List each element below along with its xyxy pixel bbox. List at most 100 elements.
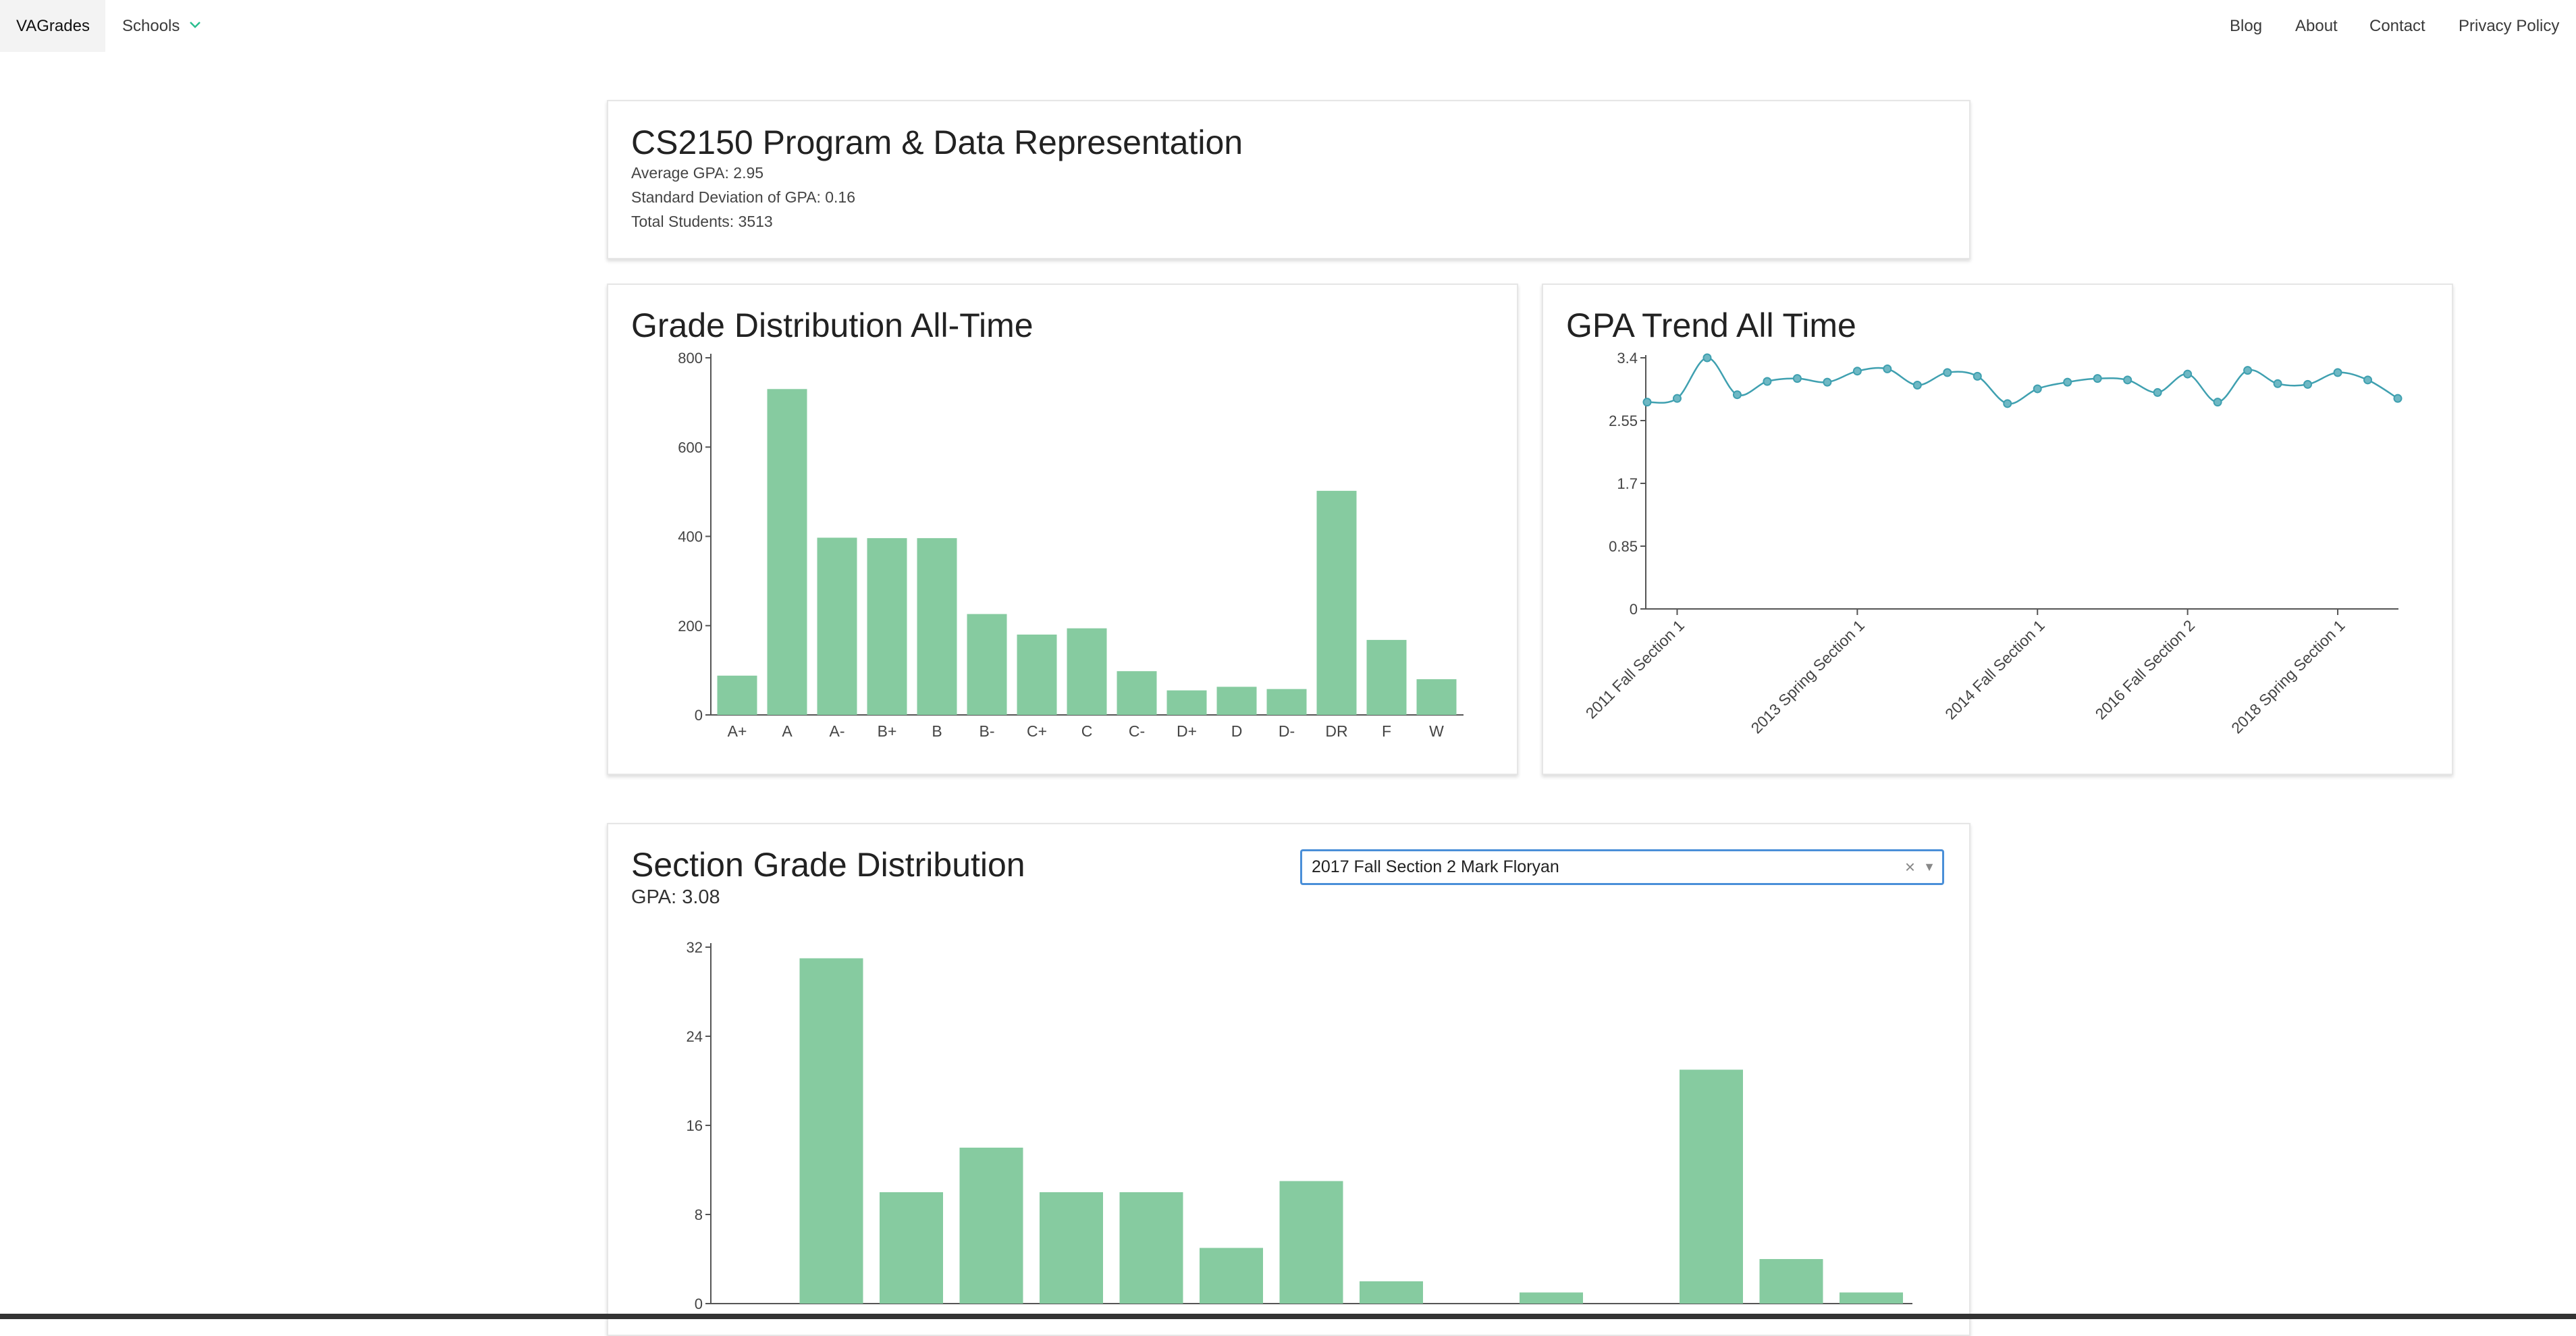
trend-x-tick-label: 2011 Fall Section 1 <box>1582 616 1688 722</box>
trend-line <box>1646 356 2398 405</box>
grade-y-tick-label: 200 <box>678 618 703 635</box>
trend-point <box>2243 366 2253 375</box>
average-gpa: Average GPA: 2.95 <box>631 164 764 182</box>
trend-point <box>1732 390 1742 400</box>
grade-y-tick-label: 800 <box>678 350 703 367</box>
section-bar <box>1520 1292 1583 1304</box>
grade-bar <box>867 538 907 715</box>
trend-point <box>2003 399 2012 408</box>
section-y-tick-label: 32 <box>687 939 703 956</box>
section-bar <box>1279 1181 1343 1304</box>
trend-point <box>1943 368 1952 377</box>
trend-point <box>2153 388 2162 397</box>
grade-bar <box>817 537 857 715</box>
trend-point <box>1883 364 1892 373</box>
schools-dropdown[interactable]: Schools <box>122 0 180 52</box>
section-bar <box>1759 1259 1823 1304</box>
trend-point <box>1792 374 1802 383</box>
grade-bar <box>1416 679 1457 715</box>
section-bar <box>1360 1281 1423 1304</box>
grade-y-tick-label: 600 <box>678 439 703 456</box>
trend-point <box>2393 394 2403 403</box>
section-bar <box>959 1148 1023 1304</box>
grade-x-tick-label: B- <box>980 722 995 740</box>
trend-x-tick-label: 2013 Spring Section 1 <box>1747 616 1867 737</box>
section-y-tick-label: 24 <box>687 1028 703 1045</box>
trend-point <box>2303 379 2313 389</box>
grade-x-tick-label: C+ <box>1027 722 1047 740</box>
grade-x-tick-label: D- <box>1279 722 1295 740</box>
grade-bar <box>1117 671 1157 715</box>
section-bar <box>799 958 863 1304</box>
grade-x-tick-label: C- <box>1129 722 1145 740</box>
grade-x-tick-label: B <box>932 722 942 740</box>
trend-point <box>2273 379 2282 388</box>
trend-point <box>1973 371 1982 381</box>
trend-point <box>1702 353 1712 363</box>
grade-bar <box>917 538 957 715</box>
grade-bar <box>1366 639 1407 715</box>
grade-x-tick-label: F <box>1382 722 1391 740</box>
section-bar <box>1680 1069 1743 1304</box>
trend-point <box>2363 375 2373 385</box>
trend-x-tick-label: 2016 Fall Section 2 <box>2092 616 2199 723</box>
trend-y-tick-label: 0.85 <box>1609 538 1638 555</box>
grade-x-tick-label: A <box>782 722 793 740</box>
grade-y-tick-label: 400 <box>678 529 703 545</box>
grade-bar <box>1017 634 1057 715</box>
trend-point <box>2183 369 2193 379</box>
grade-bar <box>967 614 1007 715</box>
grade-x-tick-label: DR <box>1325 722 1347 740</box>
nav-link-contact[interactable]: Contact <box>2369 0 2425 52</box>
grade-x-tick-label: A+ <box>728 722 747 740</box>
section-bar <box>1840 1292 1903 1304</box>
nav-link-about[interactable]: About <box>2295 0 2338 52</box>
grade-bar <box>1067 628 1107 715</box>
course-title: CS2150 Program & Data Representation <box>631 124 1243 161</box>
total-students: Total Students: 3513 <box>631 213 773 230</box>
trend-y-tick-label: 3.4 <box>1617 350 1638 367</box>
section-bar <box>1040 1192 1103 1304</box>
trend-point <box>2033 384 2042 394</box>
trend-point <box>2333 368 2342 377</box>
grade-bar <box>767 389 807 715</box>
gpa-trend-chart: 0 0.85 1.7 2.55 3.4 2011 Fall Section 1 2013 S… <box>1582 350 2403 737</box>
gpa-std-dev: Standard Deviation of GPA: 0.16 <box>631 188 855 206</box>
grade-x-tick-label: D <box>1231 722 1243 740</box>
trend-point <box>1823 377 1832 387</box>
trend-y-tick-label: 0 <box>1630 601 1638 618</box>
grade-x-tick-label: A- <box>830 722 845 740</box>
trend-y-tick-label: 2.55 <box>1609 412 1638 429</box>
trend-point <box>1852 367 1862 376</box>
nav-link-blog[interactable]: Blog <box>2230 0 2262 52</box>
trend-point <box>2213 398 2222 407</box>
trend-point <box>2093 374 2102 383</box>
trend-y-tick-label: 1.7 <box>1617 475 1638 492</box>
grade-bar <box>1316 491 1357 715</box>
trend-point <box>1672 394 1682 403</box>
trend-point <box>2123 375 2132 385</box>
trend-x-tick-label: 2018 Spring Section 1 <box>2228 616 2348 737</box>
section-bar <box>1200 1248 1263 1304</box>
grade-distribution-chart: 0 200 400 600 800 A+ A A- B+ B B- C+ C C- D+ D D- DR F W <box>678 350 1464 740</box>
grade-x-tick-label: W <box>1429 722 1444 740</box>
trend-point <box>1763 377 1772 386</box>
grade-x-tick-label: C <box>1081 722 1093 740</box>
chevron-down-icon <box>190 22 200 28</box>
bottom-scrollbar[interactable] <box>0 1314 2576 1319</box>
section-bar <box>880 1192 943 1304</box>
nav-link-privacy-policy[interactable]: Privacy Policy <box>2459 0 2559 52</box>
grade-x-tick-label: B+ <box>878 722 897 740</box>
trend-point <box>2063 377 2072 387</box>
grade-x-tick-label: D+ <box>1177 722 1197 740</box>
trend-point <box>1912 380 1922 390</box>
schools-label: Schools <box>122 17 180 35</box>
section-y-tick-label: 16 <box>687 1117 703 1134</box>
brand-link[interactable]: VAGrades <box>0 0 105 52</box>
grade-bar <box>1166 690 1207 715</box>
grade-y-tick-label: 0 <box>695 707 703 724</box>
section-y-tick-label: 0 <box>695 1295 703 1312</box>
top-navbar: VAGrades Schools Blog About Contact Priv… <box>0 0 2576 52</box>
trend-point <box>1642 398 1652 407</box>
grade-bar <box>1216 687 1257 715</box>
